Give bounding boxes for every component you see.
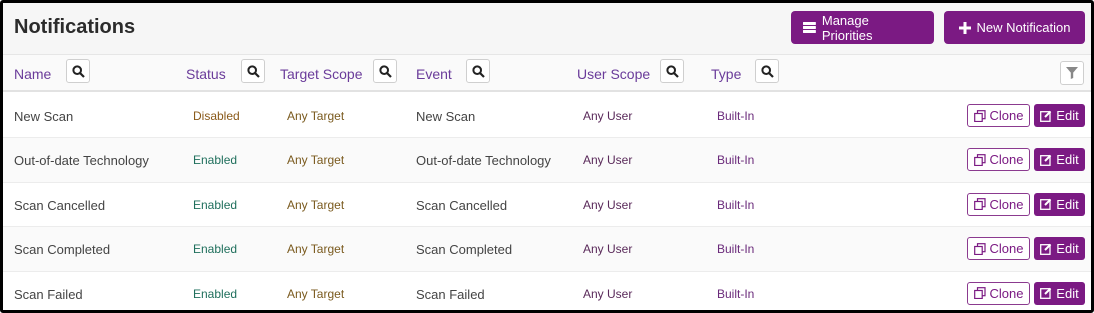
- table-row[interactable]: Scan Cancelled Enabled Any Target Scan C…: [3, 183, 1091, 228]
- filter-icon: [1066, 67, 1078, 79]
- cell-status: Enabled: [193, 242, 238, 257]
- page-title: Notifications: [14, 16, 136, 38]
- new-notification-button[interactable]: New Notification: [944, 11, 1085, 44]
- column-header-target-scope[interactable]: Target Scope: [280, 66, 363, 82]
- cell-name: New Scan: [14, 109, 74, 124]
- cell-event: Scan Cancelled: [416, 197, 508, 213]
- cell-user-scope: Any User: [583, 109, 633, 123]
- edit-button[interactable]: Edit: [1034, 281, 1085, 305]
- edit-button[interactable]: Edit: [1034, 237, 1085, 261]
- clone-button[interactable]: Clone: [967, 192, 1030, 216]
- edit-label: Edit: [1056, 241, 1079, 257]
- list-icon: [803, 22, 816, 33]
- user-scope-search-button[interactable]: [660, 59, 684, 83]
- cell-target-scope: Any Target: [287, 286, 345, 301]
- table-header: Name Status Target Scope Event User Scop…: [3, 55, 1091, 92]
- search-icon: [71, 64, 85, 78]
- cell-status: Enabled: [193, 197, 238, 212]
- cell-event: New Scan: [416, 109, 476, 124]
- plus-icon: [958, 21, 971, 34]
- cell-user-scope: Any User: [583, 242, 633, 257]
- notifications-table-body: New Scan Disabled Any Target New Scan An…: [3, 94, 1091, 310]
- cell-type: Built-In: [717, 109, 755, 123]
- table-row[interactable]: New Scan Disabled Any Target New Scan An…: [3, 94, 1091, 139]
- edit-label: Edit: [1056, 196, 1079, 212]
- cell-name: Scan Cancelled: [14, 197, 106, 213]
- cell-event: Out-of-date Technology: [416, 153, 551, 169]
- clone-button[interactable]: Clone: [967, 281, 1030, 305]
- cell-name: Scan Completed: [14, 242, 111, 258]
- edit-label: Edit: [1056, 108, 1079, 123]
- cell-type: Built-In: [717, 197, 755, 212]
- edit-icon: [1040, 110, 1052, 122]
- copy-icon: [973, 242, 986, 255]
- edit-icon: [1040, 199, 1052, 211]
- cell-status: Disabled: [193, 109, 240, 123]
- copy-icon: [973, 287, 986, 300]
- cell-target-scope: Any Target: [287, 109, 345, 123]
- copy-icon: [973, 198, 986, 211]
- cell-name: Out-of-date Technology: [14, 153, 149, 169]
- edit-icon: [1040, 287, 1052, 300]
- edit-button[interactable]: Edit: [1034, 104, 1085, 127]
- manage-priorities-label: Manage Priorities: [821, 12, 873, 43]
- clone-button[interactable]: Clone: [967, 237, 1030, 261]
- column-header-name[interactable]: Name: [14, 66, 51, 82]
- table-row[interactable]: Scan Completed Enabled Any Target Scan C…: [3, 227, 1091, 272]
- new-notification-label: New Notification: [976, 20, 1071, 35]
- cell-target-scope: Any Target: [287, 153, 345, 168]
- table-row[interactable]: Scan Failed Enabled Any Target Scan Fail…: [3, 272, 1091, 310]
- cell-status: Enabled: [193, 153, 238, 168]
- status-search-button[interactable]: [241, 59, 265, 83]
- cell-target-scope: Any Target: [287, 242, 345, 257]
- edit-label: Edit: [1056, 285, 1079, 301]
- filter-button[interactable]: [1060, 61, 1084, 85]
- clone-label: Clone: [989, 285, 1024, 301]
- cell-status: Enabled: [193, 286, 238, 301]
- column-header-status[interactable]: Status: [186, 66, 226, 82]
- cell-name: Scan Failed: [14, 286, 83, 302]
- search-icon: [246, 64, 260, 78]
- cell-type: Built-In: [717, 242, 755, 257]
- search-icon: [665, 64, 679, 78]
- cell-event: Scan Completed: [416, 242, 513, 258]
- table-row[interactable]: Out-of-date Technology Enabled Any Targe…: [3, 138, 1091, 183]
- edit-label: Edit: [1056, 152, 1079, 168]
- edit-icon: [1040, 243, 1052, 255]
- notifications-panel: Notifications Manage Priorities New Noti…: [0, 0, 1094, 313]
- cell-type: Built-In: [717, 153, 755, 168]
- clone-label: Clone: [989, 152, 1024, 168]
- clone-label: Clone: [989, 241, 1024, 257]
- column-header-event[interactable]: Event: [416, 66, 452, 82]
- clone-button[interactable]: Clone: [967, 148, 1030, 172]
- edit-icon: [1040, 154, 1052, 166]
- cell-event: Scan Failed: [416, 286, 485, 302]
- cell-target-scope: Any Target: [287, 197, 345, 212]
- manage-priorities-button[interactable]: Manage Priorities: [791, 11, 934, 44]
- type-search-button[interactable]: [755, 59, 779, 83]
- edit-button[interactable]: Edit: [1034, 148, 1085, 172]
- cell-type: Built-In: [717, 286, 755, 301]
- search-icon: [760, 64, 774, 78]
- name-search-button[interactable]: [66, 59, 90, 83]
- cell-user-scope: Any User: [583, 286, 633, 301]
- column-header-user-scope[interactable]: User Scope: [577, 66, 650, 82]
- cell-user-scope: Any User: [583, 197, 633, 212]
- panel-header: Notifications Manage Priorities New Noti…: [3, 3, 1091, 55]
- clone-label: Clone: [989, 196, 1024, 212]
- edit-button[interactable]: Edit: [1034, 192, 1085, 216]
- clone-label: Clone: [989, 108, 1024, 123]
- event-search-button[interactable]: [466, 59, 490, 83]
- target-scope-search-button[interactable]: [373, 59, 397, 83]
- clone-button[interactable]: Clone: [967, 104, 1030, 127]
- column-header-type[interactable]: Type: [711, 66, 741, 82]
- copy-icon: [973, 153, 986, 166]
- copy-icon: [973, 109, 986, 122]
- search-icon: [471, 64, 485, 78]
- search-icon: [378, 64, 392, 78]
- cell-user-scope: Any User: [583, 153, 633, 168]
